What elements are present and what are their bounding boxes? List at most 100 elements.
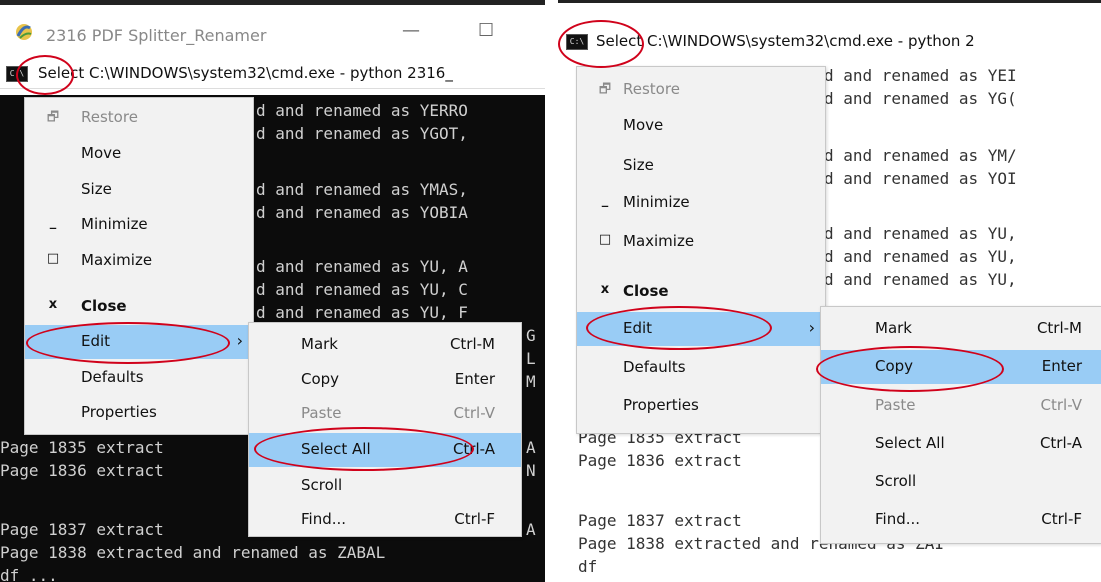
maximize-icon: □: [598, 232, 612, 247]
left-screenshot-panel: 2316 PDF Splitter_Renamer — ☐ C:\ Select…: [0, 0, 545, 582]
app-window-title: 2316 PDF Splitter_Renamer: [46, 26, 267, 45]
menu-item-label: Close: [81, 297, 127, 315]
console-line: d and renamed as YMAS,: [256, 180, 468, 199]
window-top-border: [558, 0, 1101, 3]
submenu-item-shortcut: Ctrl-V: [453, 404, 495, 422]
console-line: d and renamed as YG(: [824, 89, 1017, 108]
submenu-item-select-all[interactable]: Select All Ctrl-A: [821, 427, 1101, 461]
maximize-window-button[interactable]: ☐: [478, 20, 494, 41]
annotation-ring-cmd-icon: [16, 55, 74, 95]
menu-item-restore[interactable]: 🗗 Restore: [577, 73, 825, 107]
menu-item-properties[interactable]: Properties: [25, 396, 253, 430]
annotation-ring-cmd-icon: [558, 20, 644, 68]
submenu-item-label: Find...: [301, 510, 347, 528]
submenu-item-copy[interactable]: Copy Enter: [249, 363, 521, 397]
menu-item-minimize[interactable]: _ Minimize: [577, 186, 825, 220]
menu-item-minimize[interactable]: _ Minimize: [25, 208, 253, 242]
menu-item-defaults[interactable]: Defaults: [577, 351, 825, 385]
close-icon: x: [48, 297, 58, 312]
console-fragment: M: [526, 372, 536, 391]
console-fragment: N: [526, 461, 536, 480]
annotation-ring-edit: [586, 306, 772, 350]
annotation-ring-copy: [816, 346, 1004, 392]
menu-item-close[interactable]: x Close: [577, 275, 825, 309]
submenu-item-label: Mark: [301, 335, 338, 353]
submenu-item-shortcut: Enter: [454, 370, 495, 388]
submenu-item-label: Paste: [301, 404, 342, 422]
menu-item-label: Move: [623, 116, 664, 134]
menu-item-label: Maximize: [623, 232, 695, 250]
console-line: d and renamed as YM/: [824, 146, 1017, 165]
console-line: Page 1835 extract: [0, 438, 164, 457]
system-menu: 🗗 Restore Move Size _ Minimize □ Maximiz…: [24, 97, 254, 435]
console-line: Page 1838 extracted and renamed as ZABAL: [0, 543, 386, 562]
menu-item-label: Move: [81, 144, 122, 162]
annotation-ring-select-all: [254, 427, 474, 471]
console-line: d and renamed as YGOT,: [256, 124, 468, 143]
console-fragment: G: [526, 326, 536, 345]
menu-item-label: Properties: [81, 403, 157, 421]
menu-item-label: Maximize: [81, 251, 153, 269]
cmd-title-bar[interactable]: C:\ Select C:\WINDOWS\system32\cmd.exe -…: [0, 60, 545, 89]
submenu-item-paste[interactable]: Paste Ctrl-V: [821, 389, 1101, 423]
submenu-item-label: Scroll: [875, 472, 917, 490]
submenu-item-label: Mark: [875, 319, 912, 337]
menu-item-label: Close: [623, 282, 669, 300]
menu-item-label: Restore: [81, 108, 138, 126]
console-fragment: L: [526, 349, 536, 368]
console-line: Page 1836 extract: [578, 451, 742, 470]
menu-item-move[interactable]: Move: [25, 137, 253, 171]
submenu-item-find[interactable]: Find... Ctrl-F: [821, 503, 1101, 537]
submenu-item-shortcut: Ctrl-M: [449, 335, 495, 353]
submenu-item-shortcut: Enter: [1041, 357, 1082, 375]
window-top-border: [0, 0, 545, 5]
menu-item-label: Size: [81, 180, 112, 198]
console-line: d and renamed as YU,: [824, 224, 1017, 243]
chevron-right-icon: ›: [808, 318, 815, 337]
cmd-window-title: Select C:\WINDOWS\system32\cmd.exe - pyt…: [38, 64, 453, 82]
submenu-item-label: Copy: [301, 370, 340, 388]
submenu-item-label: Find...: [875, 510, 921, 528]
console-line: d and renamed as YEI: [824, 66, 1017, 85]
restore-icon: 🗗: [46, 110, 60, 125]
submenu-item-find[interactable]: Find... Ctrl-F: [249, 503, 521, 537]
edit-submenu: Mark Ctrl-M Copy Enter Paste Ctrl-V Sele…: [820, 306, 1101, 544]
menu-item-size[interactable]: Size: [577, 149, 825, 183]
menu-item-close[interactable]: x Close: [25, 290, 253, 324]
console-line: df: [578, 557, 598, 576]
menu-item-label: Minimize: [623, 193, 690, 211]
panel-divider: [545, 0, 558, 582]
system-menu: 🗗 Restore Move Size _ Minimize □ Maximiz…: [576, 66, 826, 434]
minimize-window-button[interactable]: —: [402, 20, 420, 41]
console-line: Page 1837 extract: [0, 520, 164, 539]
submenu-item-paste[interactable]: Paste Ctrl-V: [249, 397, 521, 431]
submenu-item-scroll[interactable]: Scroll: [821, 465, 1101, 499]
console-fragment: A: [526, 438, 536, 457]
python-feather-icon: [16, 24, 32, 40]
submenu-item-scroll[interactable]: Scroll: [249, 469, 521, 503]
menu-item-properties[interactable]: Properties: [577, 389, 825, 423]
chevron-right-icon: ›: [236, 331, 243, 350]
console-line: d and renamed as YU, C: [256, 280, 468, 299]
app-title-bar: 2316 PDF Splitter_Renamer — ☐: [0, 8, 545, 48]
console-line: d and renamed as YU, F: [256, 303, 468, 322]
submenu-item-mark[interactable]: Mark Ctrl-M: [249, 328, 521, 362]
menu-item-label: Minimize: [81, 215, 148, 233]
console-line: d and renamed as YU,: [824, 270, 1017, 289]
menu-item-maximize[interactable]: □ Maximize: [577, 225, 825, 259]
menu-item-size[interactable]: Size: [25, 173, 253, 207]
submenu-item-shortcut: Ctrl-F: [454, 510, 495, 528]
menu-item-label: Defaults: [81, 368, 144, 386]
maximize-icon: □: [46, 251, 60, 266]
menu-item-defaults[interactable]: Defaults: [25, 361, 253, 395]
menu-item-label: Size: [623, 156, 654, 174]
submenu-item-shortcut: Ctrl-V: [1040, 396, 1082, 414]
menu-item-maximize[interactable]: □ Maximize: [25, 244, 253, 278]
submenu-item-mark[interactable]: Mark Ctrl-M: [821, 312, 1101, 346]
submenu-item-label: Scroll: [301, 476, 343, 494]
submenu-item-shortcut: Ctrl-F: [1041, 510, 1082, 528]
menu-item-label: Defaults: [623, 358, 686, 376]
menu-item-restore[interactable]: 🗗 Restore: [25, 101, 253, 135]
menu-item-move[interactable]: Move: [577, 109, 825, 143]
console-line: d and renamed as YOBIA: [256, 203, 468, 222]
